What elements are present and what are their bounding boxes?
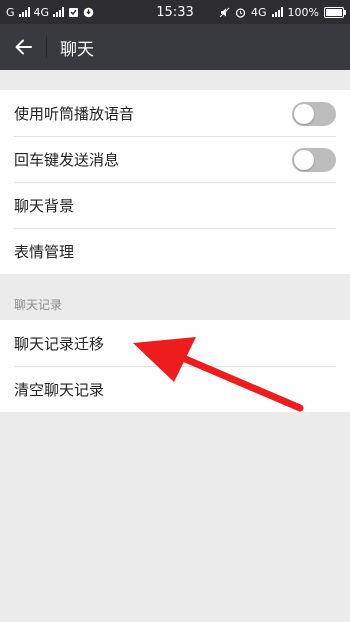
earpiece-toggle[interactable]: [292, 102, 336, 126]
setting-earpiece-playback[interactable]: 使用听筒播放语音: [0, 90, 350, 136]
section-label-chat-history: 聊天记录: [14, 298, 63, 312]
history-migrate[interactable]: 聊天记录迁移: [0, 320, 350, 366]
setting-label: 表情管理: [14, 242, 75, 261]
toggle-knob: [294, 150, 314, 170]
arrow-left-icon: [15, 39, 32, 55]
mute-icon: [219, 7, 230, 17]
title-divider: [46, 36, 47, 58]
network-type-label: 4G: [251, 5, 267, 19]
setting-enter-to-send[interactable]: 回车键发送消息: [0, 136, 350, 182]
alarm-icon: [235, 7, 246, 18]
settings-group: 使用听筒播放语音 回车键发送消息 聊天背景 表情管理: [0, 90, 350, 274]
history-label: 清空聊天记录: [14, 380, 105, 399]
setting-label: 回车键发送消息: [14, 150, 120, 169]
page-title: 聊天: [60, 39, 94, 60]
title-bar: 聊天: [0, 24, 350, 70]
history-label: 聊天记录迁移: [14, 334, 105, 353]
status-bar: G 4G 15:33 4G 100%: [0, 0, 350, 24]
setting-label: 使用听筒播放语音: [14, 104, 135, 123]
network-signal-icon: [271, 7, 283, 17]
battery-icon: [324, 6, 346, 18]
history-clear[interactable]: 清空聊天记录: [0, 366, 350, 412]
status-right: 4G 100%: [219, 0, 346, 24]
setting-label: 聊天背景: [14, 196, 75, 215]
back-button[interactable]: [8, 31, 40, 63]
history-group: 聊天记录迁移 清空聊天记录: [0, 320, 350, 412]
setting-chat-background[interactable]: 聊天背景: [0, 182, 350, 228]
toggle-knob: [294, 104, 314, 124]
setting-sticker-management[interactable]: 表情管理: [0, 228, 350, 274]
battery-percent: 100%: [287, 5, 319, 19]
enter-send-toggle[interactable]: [292, 148, 336, 172]
battery-fill: [326, 8, 342, 16]
